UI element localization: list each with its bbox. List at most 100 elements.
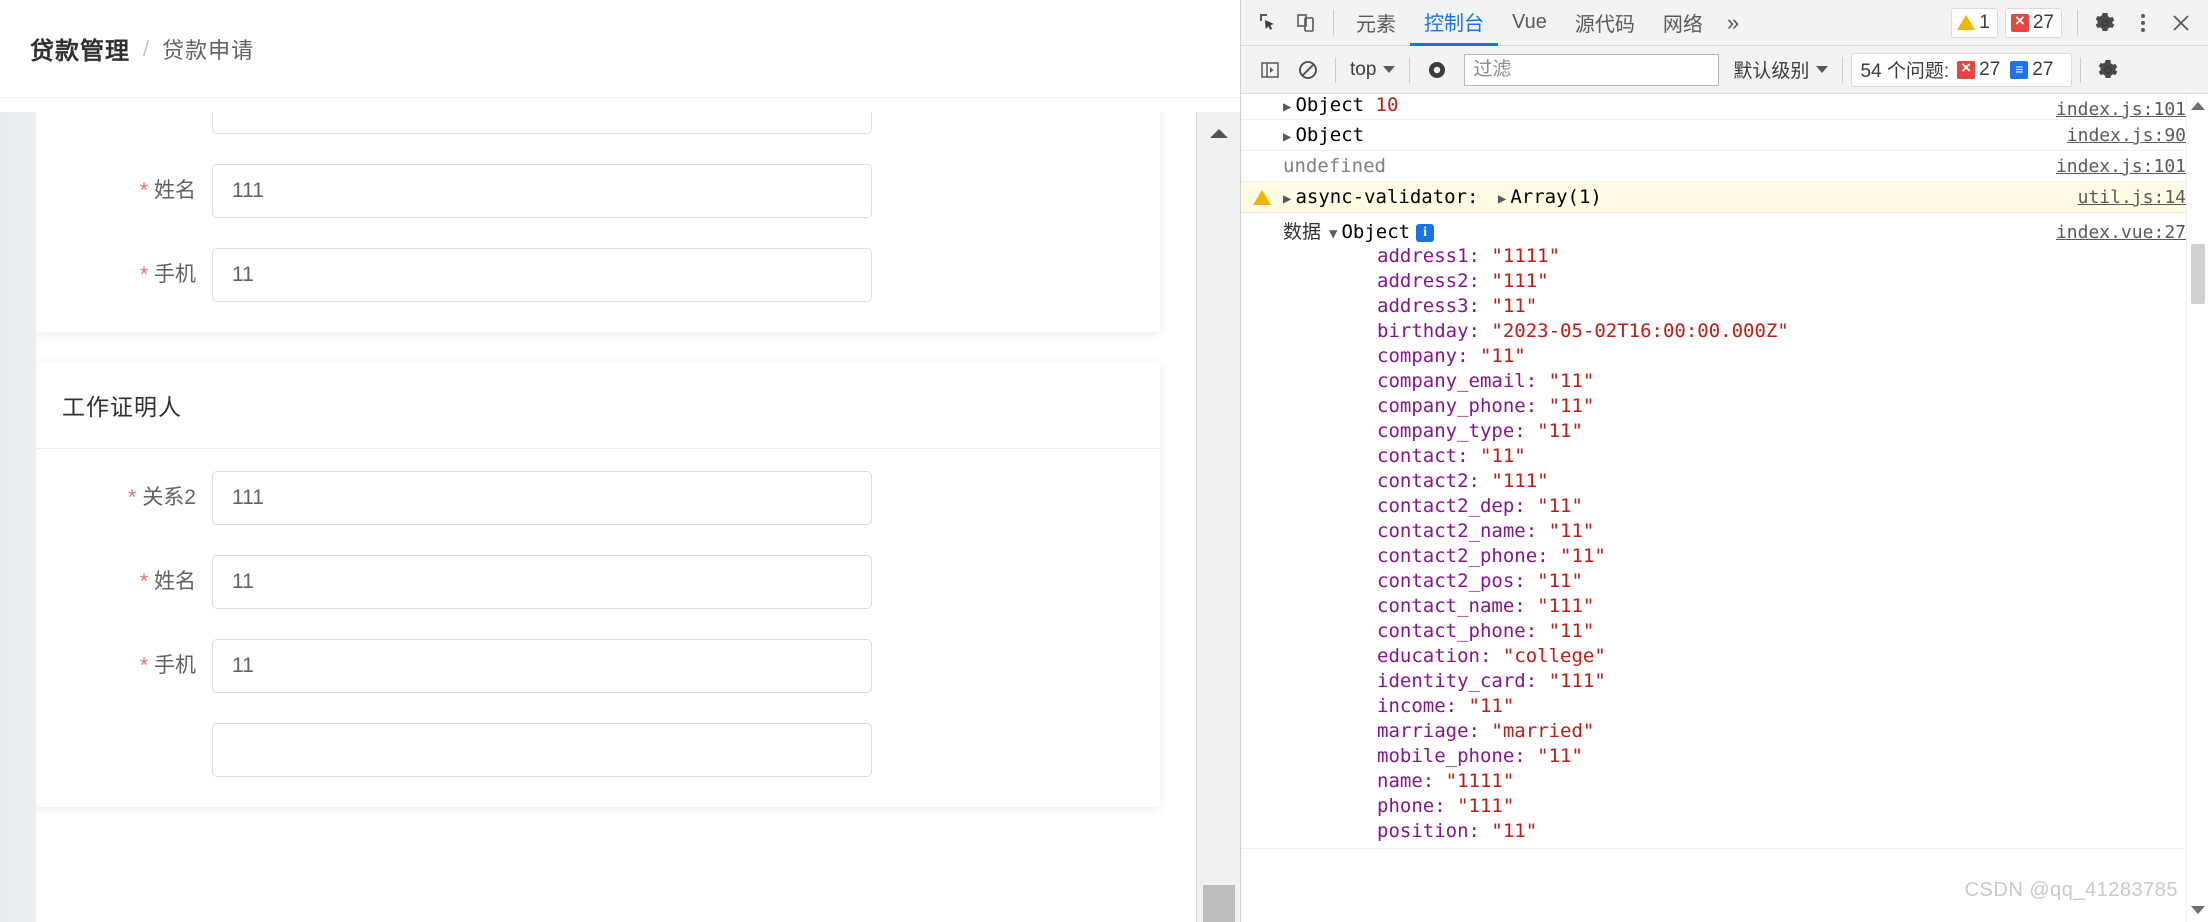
object-property-row[interactable]: contact: "11" [1241,444,2208,469]
breadcrumb: 贷款管理 / 贷款申请 [0,0,1240,98]
console-vertical-scrollbar[interactable] [2186,94,2208,922]
info-icon[interactable]: i [1416,224,1435,242]
input-relation2[interactable] [212,471,872,525]
kebab-menu-icon[interactable] [2124,4,2162,42]
object-property-row[interactable]: contact2_phone: "11" [1241,544,2208,569]
log-level-select[interactable]: 默认级别 [1727,54,1834,86]
object-property-row[interactable]: identity_card: "111" [1241,669,2208,694]
issues-error-count: 27 [1979,58,2001,80]
log-row-object[interactable]: ▶ Object index.js:90 [1241,120,2208,151]
tab-vue[interactable]: Vue [1498,0,1561,46]
object-property-value: "111" [1537,595,1595,617]
console-log[interactable]: ▶ Object 10 index.js:101 ▶ Object index.js… [1241,94,2208,922]
live-expression-icon[interactable] [1418,51,1456,89]
tab-network[interactable]: 网络 [1649,0,1717,46]
clear-console-icon[interactable] [1289,51,1327,89]
log-source-link[interactable]: index.js:101 [2056,99,2186,119]
input-phone-1[interactable] [212,248,872,302]
object-property-row[interactable]: name: "1111" [1241,769,2208,794]
console-divider-1 [1335,56,1336,83]
form-card-work-reference-title: 工作证明人 [36,362,1160,449]
object-property-value: "111" [1491,470,1549,492]
collapse-triangle-icon[interactable]: ▼ [1329,226,1337,242]
log-row-warning-text[interactable]: ▶ async-validator: ▶ Array(1) [1283,186,2208,208]
object-property-list: address1: "1111" address2: "111" address3:… [1241,244,2208,844]
object-property-row[interactable]: income: "11" [1241,694,2208,719]
form-scroll-region[interactable]: *姓名 *手机 工作证明人 [36,112,1196,922]
breadcrumb-item-next[interactable]: 贷款申请 [162,33,254,65]
object-property-key: marriage: [1377,720,1492,742]
object-property-row[interactable]: birthday: "2023-05-02T16:00:00.000Z" [1241,319,2208,344]
form-row-phone-2: * 手机 [36,639,1160,693]
tab-elements[interactable]: 元素 [1342,0,1410,46]
error-count-label: 27 [2032,11,2054,33]
object-property-row[interactable]: company_type: "11" [1241,419,2208,444]
expand-triangle-icon-array[interactable]: ▶ [1498,191,1506,207]
gear-icon[interactable] [2086,4,2124,42]
log-gutter [1241,124,1283,128]
expand-triangle-icon[interactable]: ▶ [1283,191,1291,207]
scrollbar-thumb[interactable] [1203,885,1235,922]
device-toolbar-icon[interactable] [1287,4,1325,42]
object-property-row[interactable]: address2: "111" [1241,269,2208,294]
expand-triangle-icon[interactable]: ▶ [1283,129,1291,145]
object-property-row[interactable]: contact_name: "111" [1241,594,2208,619]
breadcrumb-item-current[interactable]: 贷款管理 [30,31,130,66]
form-label-clipped-bottom [36,723,212,777]
console-toolbar: top 默认级别 54 个问题: 27 27 [1241,46,2208,94]
console-scrollbar-thumb[interactable] [2191,244,2205,304]
more-tabs-icon[interactable]: » [1717,0,1749,46]
console-settings-gear-icon[interactable] [2089,51,2127,89]
warning-count-badge[interactable]: 1 [1951,7,1998,38]
object-property-row[interactable]: education: "college" [1241,644,2208,669]
object-property-value: "11" [1537,420,1583,442]
object-property-row[interactable]: mobile_phone: "11" [1241,744,2208,769]
tab-console[interactable]: 控制台 [1410,0,1498,46]
close-icon[interactable] [2162,4,2200,42]
object-property-row[interactable]: contact2_name: "11" [1241,519,2208,544]
log-row-data-object[interactable]: 数据 ▼ Object i index.vue:27 address1: "1111"… [1241,213,2208,849]
clipped-input-above[interactable] [212,112,872,134]
console-sidebar-icon[interactable] [1251,51,1289,89]
input-clipped-bottom[interactable] [212,723,872,777]
object-property-row[interactable]: contact2_pos: "11" [1241,569,2208,594]
input-phone-2[interactable] [212,639,872,693]
log-row-undefined[interactable]: undefined index.js:101 [1241,151,2208,182]
log-source-link[interactable]: index.vue:27 [2056,222,2186,243]
input-name-2[interactable] [212,555,872,609]
devtools-tabs: 元素 控制台 Vue 源代码 网络 » [1342,0,1749,46]
object-property-row[interactable]: contact2_dep: "11" [1241,494,2208,519]
object-property-value: "11" [1548,395,1595,417]
object-property-row[interactable]: company_phone: "11" [1241,394,2208,419]
execution-context-select[interactable]: top [1344,54,1401,86]
object-property-row[interactable]: contact_phone: "11" [1241,619,2208,644]
scrollbar-up-arrow-icon[interactable] [1197,118,1240,148]
object-property-row[interactable]: company_email: "11" [1241,369,2208,394]
inspect-element-icon[interactable] [1249,4,1287,42]
log-source-link[interactable]: index.js:90 [2067,125,2186,146]
form-row-clipped-bottom [36,723,1160,777]
object-property-row[interactable]: address3: "11" [1241,294,2208,319]
log-source-link[interactable]: util.js:14 [2078,187,2186,208]
object-property-row[interactable]: contact2: "111" [1241,469,2208,494]
form-row-name-1: * 姓名 [36,164,1160,218]
object-property-row[interactable]: company: "11" [1241,344,2208,369]
page-vertical-scrollbar[interactable] [1196,112,1240,922]
issues-summary-button[interactable]: 54 个问题: 27 27 [1851,52,2073,87]
input-name-1[interactable] [212,164,872,218]
console-filter-input[interactable] [1464,53,1720,86]
object-property-value: "married" [1491,720,1595,742]
log-row-clipped[interactable]: ▶ Object 10 index.js:101 [1241,94,2208,120]
object-property-row[interactable]: marriage: "married" [1241,719,2208,744]
console-scrollbar-down-arrow-icon[interactable] [2187,906,2208,914]
log-row-warning[interactable]: ▶ async-validator: ▶ Array(1) util.js:14 [1241,182,2208,213]
object-property-row[interactable]: position: "11" [1241,819,2208,844]
console-scrollbar-up-arrow-icon[interactable] [2187,102,2208,110]
error-count-badge[interactable]: 27 [2004,7,2062,38]
log-source-link[interactable]: index.js:101 [2056,156,2186,177]
object-property-row[interactable]: phone: "111" [1241,794,2208,819]
object-property-row[interactable]: address1: "1111" [1241,244,2208,269]
object-property-key: mobile_phone: [1377,745,1538,767]
form-row-phone-1: * 手机 [36,248,1160,302]
tab-sources[interactable]: 源代码 [1561,0,1649,46]
